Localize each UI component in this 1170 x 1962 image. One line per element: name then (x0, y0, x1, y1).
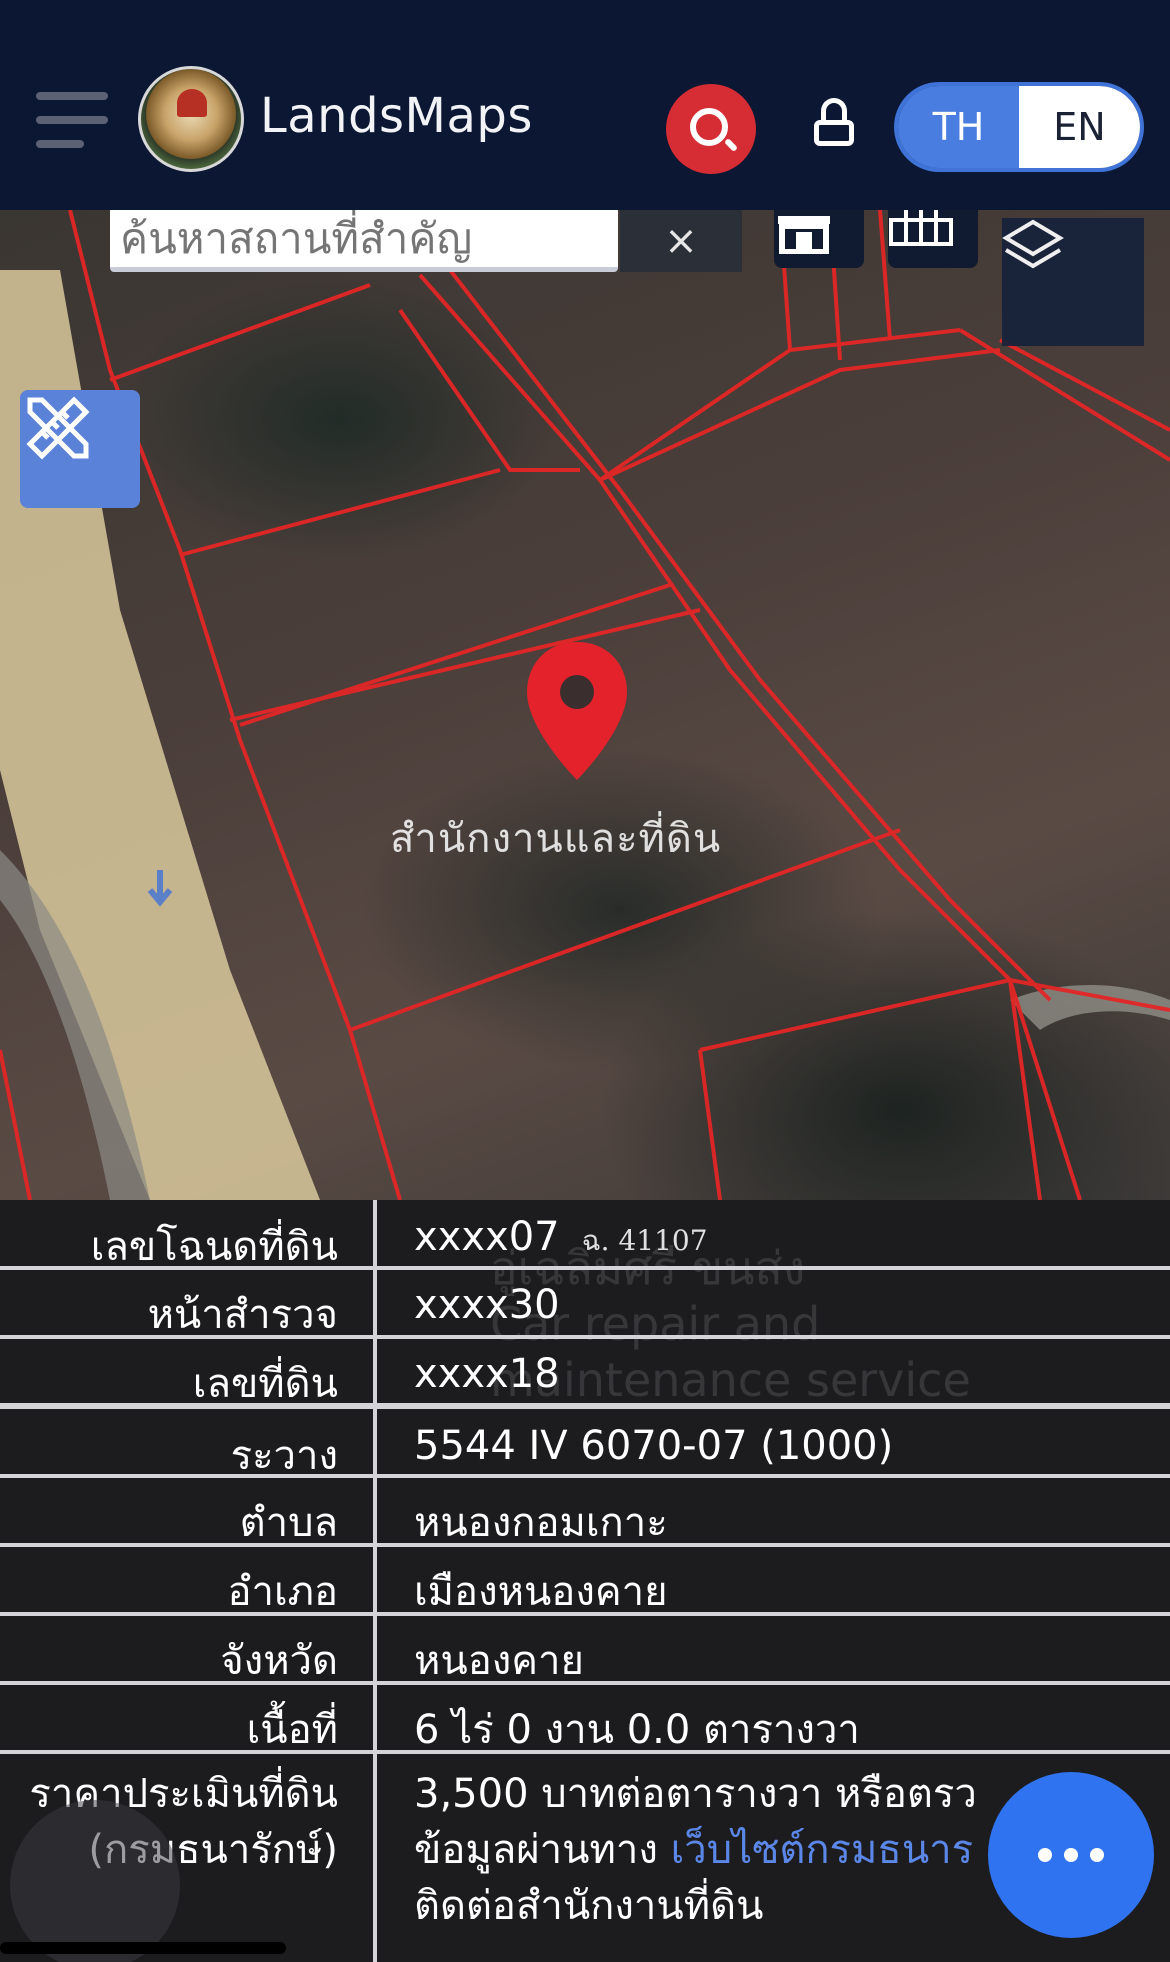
row-label: เลขโฉนดที่ดิน (90, 1224, 338, 1270)
grid-button[interactable] (888, 210, 978, 268)
lock-icon[interactable] (812, 98, 856, 148)
home-indicator (0, 1942, 286, 1954)
menu-icon[interactable] (36, 92, 108, 148)
lang-en-option[interactable]: EN (1019, 86, 1140, 168)
location-button-bg (10, 1800, 180, 1962)
row-deed-number: เลขโฉนดที่ดิน xxxx07 ฉ. 41107 (0, 1200, 1170, 1270)
row-value: หนองกอมเกาะ (414, 1500, 668, 1546)
pencil-ruler-icon (26, 396, 90, 460)
parcel-overlay (0, 210, 1170, 1200)
row-label: อำเภอ (227, 1569, 338, 1615)
row-map-sheet: ระวาง 5544 IV 6070-07 (1000) (0, 1409, 1170, 1479)
row-area: เนื้อที่ 6 ไร่ 0 งาน 0.0 ตารางวา (0, 1685, 1170, 1754)
layers-button[interactable] (1002, 218, 1144, 346)
more-dots-icon (1038, 1848, 1052, 1862)
location-pin-icon[interactable] (527, 642, 627, 780)
clear-search-button[interactable]: × (620, 210, 742, 272)
deed-stamp: ฉ. 41107 (581, 1224, 708, 1257)
row-value: xxxx30 (414, 1282, 560, 1328)
row-value: 5544 IV 6070-07 (1000) (414, 1423, 894, 1469)
row-label: เนื้อที่ (246, 1707, 338, 1753)
row-label: ตำบล (239, 1500, 338, 1546)
row-label: เลขที่ดิน (192, 1361, 338, 1407)
row-value: 6 ไร่ 0 งาน 0.0 ตารางวา (414, 1707, 860, 1753)
row-subdistrict: ตำบล หนองกอมเกาะ (0, 1478, 1170, 1547)
measure-tool-button[interactable] (20, 390, 140, 508)
search-button[interactable] (666, 84, 756, 174)
more-options-button[interactable] (988, 1772, 1154, 1938)
treasury-website-link[interactable]: เว็บไซต์กรมธนาร (671, 1827, 974, 1873)
row-survey-page: หน้าสำรวจ xxxx30 (0, 1270, 1170, 1339)
building-button[interactable] (774, 210, 864, 268)
search-icon (690, 108, 728, 146)
row-district: อำเภอ เมืองหนองคาย (0, 1547, 1170, 1616)
map-view[interactable]: × สำนักงานและที่ดิน (0, 210, 1170, 1200)
building-icon (778, 216, 830, 254)
row-value: 3,500 บาทต่อตารางวา หรือตรว ข้อมูลผ่านทา… (414, 1771, 977, 1929)
row-label: จังหวัด (220, 1638, 338, 1684)
column-divider (373, 1200, 377, 1962)
app-title: LandsMaps (260, 88, 533, 144)
department-seal-logo (138, 66, 244, 172)
place-search-input[interactable] (110, 210, 618, 267)
place-search-field[interactable] (110, 210, 618, 272)
row-value: เมืองหนองคาย (414, 1569, 668, 1615)
grid-icon (889, 210, 953, 246)
row-label: หน้าสำรวจ (147, 1292, 338, 1338)
place-label: สำนักงานและที่ดิน (390, 816, 722, 862)
layers-icon (1002, 219, 1064, 269)
lang-th-option[interactable]: TH (898, 86, 1019, 168)
row-value: หนองคาย (414, 1638, 584, 1684)
row-land-number: เลขที่ดิน xxxx18 (0, 1339, 1170, 1409)
app-header: LandsMaps TH EN (0, 0, 1170, 210)
row-value: xxxx18 (414, 1351, 560, 1397)
language-toggle[interactable]: TH EN (894, 82, 1144, 172)
row-province: จังหวัด หนองคาย (0, 1616, 1170, 1685)
row-value: xxxx07 ฉ. 41107 (414, 1214, 708, 1260)
